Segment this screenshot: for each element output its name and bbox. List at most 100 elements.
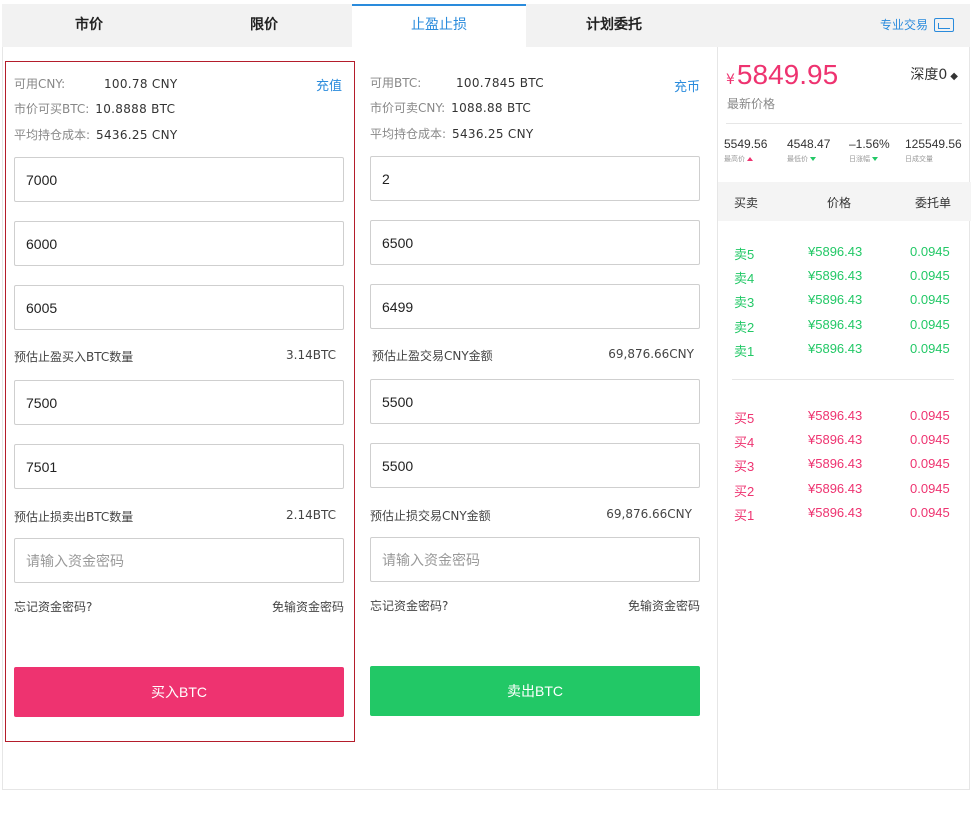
sell-forgot-password-link[interactable]: 忘记资金密码? (370, 597, 448, 614)
bid-qty: 0.0945 (910, 456, 950, 471)
buy-field-1[interactable] (14, 157, 344, 202)
sell-panel: 可用BTC: 100.7845 BTC 市价可卖CNY: 1088.88 BTC 平… (362, 61, 712, 742)
stat-change-label: 日涨幅 (849, 155, 870, 163)
stat-volume-label: 日成交量 (905, 155, 933, 163)
market-sellable-cny-label: 市价可卖CNY: (370, 101, 446, 115)
stat-change: –1.56% 日涨幅 (849, 137, 890, 164)
stat-change-value: –1.56% (849, 137, 890, 151)
stat-volume: 125549.56 日成交量 (905, 137, 962, 164)
stat-high-value: 5549.56 (724, 137, 768, 151)
currency-symbol: ¥ (726, 72, 735, 88)
market-buyable-btc-label: 市价可买BTC: (14, 102, 90, 116)
market-sellable-cny: 市价可卖CNY: 1088.88 BTC (370, 99, 531, 116)
sell-field-4[interactable] (370, 379, 700, 424)
chart-monitor-icon (934, 17, 954, 32)
bid-side: 买1 (734, 508, 755, 523)
buy-field-3[interactable] (14, 285, 344, 330)
stat-high-label: 最高价 (724, 155, 745, 163)
stat-volume-value: 125549.56 (905, 137, 962, 151)
depth-select[interactable]: 深度0 ◆ (910, 64, 958, 84)
last-price-value: 5849.95 (736, 59, 839, 90)
bid-side: 买5 (734, 411, 755, 426)
buy-panel: 可用CNY: 100.78 CNY 市价可买BTC: 10.8888 BTC 平均持… (5, 61, 355, 742)
buy-field-2[interactable] (14, 221, 344, 266)
available-cny: 可用CNY: 100.78 CNY (14, 75, 178, 92)
ask-price: ¥5896.43 (808, 244, 863, 259)
sell-estimate-profit-label: 预估止盈交易CNY金额 (372, 349, 493, 363)
sell-estimate-profit-row: 预估止盈交易CNY金额 69,876.66CNY (372, 347, 694, 364)
sell-estimate-loss-label: 预估止损交易CNY金额 (370, 509, 491, 523)
tab-limit[interactable]: 限价 (177, 4, 351, 47)
bid-price: ¥5896.43 (808, 408, 863, 423)
tab-plan-order[interactable]: 计划委托 (527, 4, 701, 47)
bid-price: ¥5896.43 (808, 456, 863, 471)
no-password-link[interactable]: 免输资金密码 (272, 598, 344, 615)
bid-row[interactable]: 买4 ¥5896.43 0.0945 (718, 432, 971, 452)
pro-trade-link[interactable]: 专业交易 (880, 16, 954, 33)
sell-field-3[interactable] (370, 284, 700, 329)
ask-qty: 0.0945 (910, 244, 950, 259)
ask-row[interactable]: 卖3 ¥5896.43 0.0945 (718, 292, 971, 312)
bid-row[interactable]: 买5 ¥5896.43 0.0945 (718, 408, 971, 428)
header-qty: 委托单 (915, 196, 952, 210)
ask-price: ¥5896.43 (808, 268, 863, 283)
available-cny-value: 100.78 CNY (104, 77, 178, 91)
ask-price: ¥5896.43 (808, 341, 863, 356)
header-side: 买卖 (734, 196, 759, 210)
buy-btc-button[interactable]: 买入BTC (14, 667, 344, 717)
header-price: 价格 (827, 196, 852, 210)
sell-field-2[interactable] (370, 220, 700, 265)
tab-stop-profit-loss[interactable]: 止盈止损 (352, 4, 526, 47)
deposit-coin-link[interactable]: 充币 (674, 76, 700, 95)
bid-price: ¥5896.43 (808, 481, 863, 496)
sort-arrows-icon: ◆ (950, 71, 958, 82)
bid-row[interactable]: 买3 ¥5896.43 0.0945 (718, 456, 971, 476)
sell-estimate-profit-value: 69,876.66CNY (608, 347, 694, 361)
stat-low: 4548.47 最低价 (787, 137, 830, 164)
pro-trade-label: 专业交易 (879, 18, 928, 32)
available-btc-label: 可用BTC: (370, 76, 422, 90)
available-cny-label: 可用CNY: (14, 77, 66, 91)
up-triangle-icon (747, 157, 753, 161)
sell-field-1[interactable] (370, 156, 700, 201)
market-buyable-btc: 市价可买BTC: 10.8888 BTC (14, 100, 175, 117)
estimate-profit-row: 预估止盈买入BTC数量 3.14BTC (14, 348, 336, 365)
bid-side: 买4 (734, 435, 755, 450)
sell-field-5[interactable] (370, 443, 700, 488)
buy-field-4[interactable] (14, 380, 344, 425)
ask-qty: 0.0945 (910, 341, 950, 356)
stat-high: 5549.56 最高价 (724, 137, 767, 164)
last-price-label: 最新价格 (727, 97, 776, 111)
ask-qty: 0.0945 (910, 292, 950, 307)
bid-row[interactable]: 买2 ¥5896.43 0.0945 (718, 481, 971, 501)
ask-row[interactable]: 卖4 ¥5896.43 0.0945 (718, 268, 971, 288)
ask-row[interactable]: 卖5 ¥5896.43 0.0945 (718, 244, 971, 264)
bid-qty: 0.0945 (910, 432, 950, 447)
tab-market[interactable]: 市价 (2, 4, 176, 47)
topup-link[interactable]: 充值 (316, 75, 342, 94)
sell-avg-cost: 平均持仓成本: 5436.25 CNY (370, 125, 533, 142)
ask-row[interactable]: 卖1 ¥5896.43 0.0945 (718, 341, 971, 361)
fund-password-input[interactable] (14, 538, 344, 583)
ask-side: 卖5 (734, 247, 755, 262)
stat-low-label: 最低价 (787, 155, 808, 163)
forgot-password-link[interactable]: 忘记资金密码? (14, 598, 92, 615)
sell-estimate-loss-value: 69,876.66CNY (606, 507, 692, 521)
last-price: ¥ 5849.95 (726, 59, 838, 91)
sell-no-password-link[interactable]: 免输资金密码 (628, 597, 700, 614)
ask-price: ¥5896.43 (808, 292, 863, 307)
sell-btc-button[interactable]: 卖出BTC (370, 666, 700, 716)
sell-password-links: 忘记资金密码? 免输资金密码 (370, 597, 700, 614)
sell-fund-password-input[interactable] (370, 537, 700, 582)
bid-qty: 0.0945 (910, 481, 950, 496)
down-triangle-icon (810, 157, 816, 161)
down-triangle-icon (872, 157, 878, 161)
bid-row[interactable]: 买1 ¥5896.43 0.0945 (718, 505, 971, 525)
market-buyable-btc-value: 10.8888 BTC (95, 102, 176, 116)
order-book-header: 买卖 价格 委托单 (718, 182, 971, 221)
estimate-loss-label: 预估止损卖出BTC数量 (14, 510, 134, 524)
ask-price: ¥5896.43 (808, 317, 863, 332)
buy-field-5[interactable] (14, 444, 344, 489)
ask-row[interactable]: 卖2 ¥5896.43 0.0945 (718, 317, 971, 337)
avg-cost-label: 平均持仓成本: (14, 128, 91, 142)
